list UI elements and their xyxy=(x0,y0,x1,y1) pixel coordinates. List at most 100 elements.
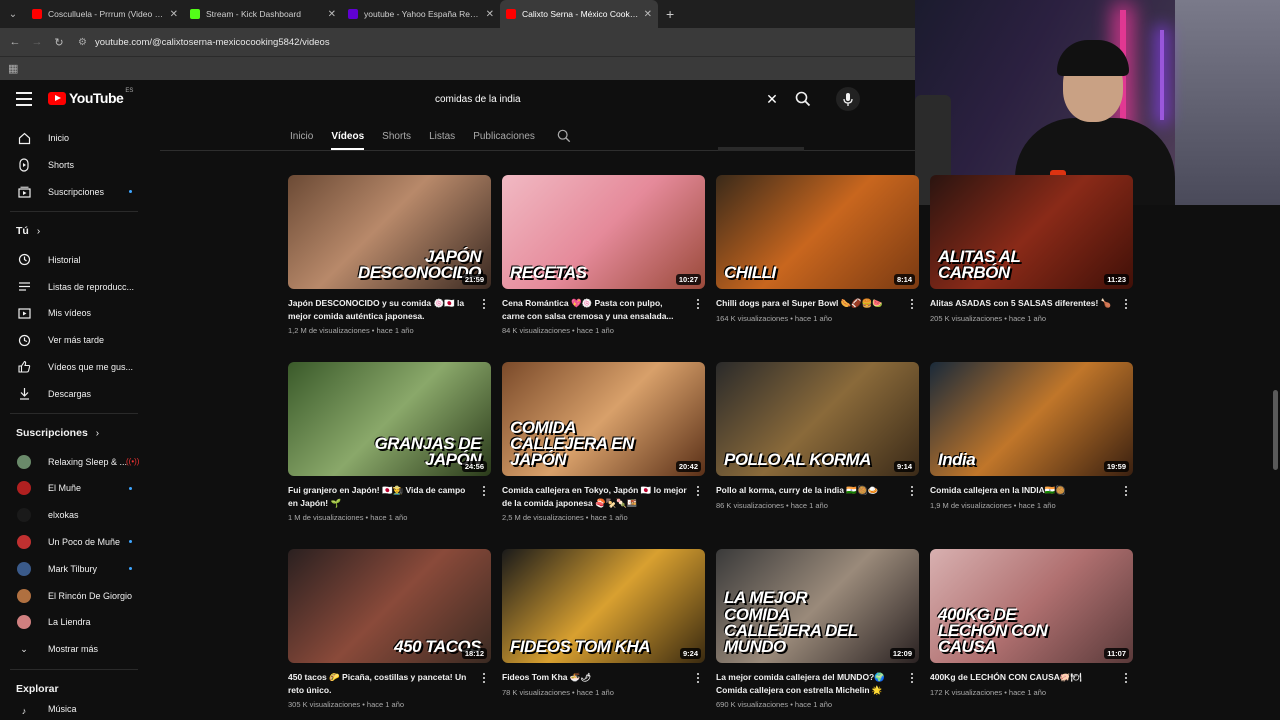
search-box[interactable]: comidas de la india ✕ xyxy=(425,87,785,111)
more-actions-icon[interactable] xyxy=(1121,671,1131,685)
video-thumbnail[interactable]: POLLO AL KORMA 9:14 xyxy=(716,362,919,476)
tab-shorts[interactable]: Shorts xyxy=(382,123,411,149)
forward-icon[interactable]: → xyxy=(26,36,48,48)
video-thumbnail[interactable]: RECETAS 10:27 xyxy=(502,175,705,289)
sidebar-item-shorts[interactable]: Shorts xyxy=(0,152,150,179)
video-title[interactable]: Pollo al korma, curry de la india 🇮🇳🥘🍛 xyxy=(716,484,919,497)
subscriptions-heading[interactable]: Suscripciones › xyxy=(0,418,150,448)
close-tab-icon[interactable]: ✕ xyxy=(644,9,652,20)
video-thumbnail[interactable]: FIDEOS TOM KHA 9:24 xyxy=(502,549,705,663)
more-actions-icon[interactable] xyxy=(479,297,489,311)
sidebar-item-el-muñe[interactable]: El Muñe xyxy=(0,475,150,502)
video-card[interactable]: JAPÓN DESCONOCIDO 21:59 Japón DESCONOCIDO … xyxy=(288,175,491,335)
video-card[interactable]: ALITAS AL CARBÓN 11:23 Alitas ASADAS con 5… xyxy=(930,175,1133,323)
browser-tab[interactable]: Calixto Serna - México Cooking... ✕ xyxy=(500,0,658,28)
tab-v-deos[interactable]: Vídeos xyxy=(331,123,364,150)
site-info-icon[interactable]: ⚙ xyxy=(78,37,87,48)
clear-search-icon[interactable]: ✕ xyxy=(759,91,785,108)
video-title[interactable]: Comida callejera en Tokyo, Japón 🇯🇵 lo m… xyxy=(502,484,705,509)
menu-icon[interactable] xyxy=(16,92,32,106)
more-actions-icon[interactable] xyxy=(907,671,917,685)
new-tab-button[interactable]: + xyxy=(658,6,682,22)
sidebar-item-vídeos-que-me-gus[interactable]: Vídeos que me gus... xyxy=(0,354,150,381)
sidebar-item-descargas[interactable]: Descargas xyxy=(0,380,150,407)
tab-search-chevron-icon[interactable]: ⌄ xyxy=(0,0,26,28)
video-title[interactable]: Comida callejera en la INDIA🇮🇳🥘 xyxy=(930,484,1133,497)
close-tab-icon[interactable]: ✕ xyxy=(328,9,336,20)
more-actions-icon[interactable] xyxy=(479,484,489,498)
voice-search-button[interactable] xyxy=(836,87,860,111)
more-actions-icon[interactable] xyxy=(907,484,917,498)
sidebar-item-el-rincón-de-giorgio[interactable]: El Rincón De Giorgio xyxy=(0,582,150,609)
sidebar-item-mis-vídeos[interactable]: Mis vídeos xyxy=(0,300,150,327)
browser-tab[interactable]: Cosculluela - Prrrum (Video Of... ✕ xyxy=(26,0,184,28)
sidebar-item-inicio[interactable]: Inicio xyxy=(0,125,150,152)
video-card[interactable]: FIDEOS TOM KHA 9:24 Fideos Tom Kha 🍜🌶 78 K … xyxy=(502,549,705,697)
tab-publicaciones[interactable]: Publicaciones xyxy=(473,123,535,149)
video-title[interactable]: Japón DESCONOCIDO y su comida 🍥🇯🇵 la mej… xyxy=(288,297,491,322)
more-actions-icon[interactable] xyxy=(1121,484,1131,498)
sidebar-item-music[interactable]: ♪ Música xyxy=(0,704,150,718)
reload-icon[interactable]: ↻ xyxy=(48,36,70,49)
channel-search-icon[interactable] xyxy=(557,129,571,143)
video-title[interactable]: Alitas ASADAS con 5 SALSAS diferentes! 🍗 xyxy=(930,297,1133,310)
video-thumbnail[interactable]: 450 TACOS 18:12 xyxy=(288,549,491,663)
video-thumbnail[interactable]: COMIDA CALLEJERA EN JAPÓN 20:42 xyxy=(502,362,705,476)
search-input[interactable]: comidas de la india xyxy=(425,94,759,105)
back-icon[interactable]: ← xyxy=(4,36,26,48)
video-thumbnail[interactable]: LA MEJOR COMIDA CALLEJERA DEL MUNDO 12:09 xyxy=(716,549,919,663)
video-title[interactable]: 450 tacos 🌮 Picaña, costillas y panceta!… xyxy=(288,671,491,696)
browser-tab[interactable]: Stream - Kick Dashboard ✕ xyxy=(184,0,342,28)
video-thumbnail[interactable]: ALITAS AL CARBÓN 11:23 xyxy=(930,175,1133,289)
video-title[interactable]: Chilli dogs para el Super Bowl 🌭🏈🍔🍉 xyxy=(716,297,919,310)
video-card[interactable]: GRANJAS DE JAPÓN 24:56 Fui granjero en Jap… xyxy=(288,362,491,522)
show-more-button[interactable]: ⌄ Mostrar más xyxy=(0,636,150,663)
sidebar-item-suscripciones[interactable]: Suscripciones xyxy=(0,179,150,206)
thumbnail-overlay-text: CHILLI xyxy=(724,262,776,282)
video-card[interactable]: POLLO AL KORMA 9:14 Pollo al korma, curry … xyxy=(716,362,919,510)
video-title[interactable]: Fideos Tom Kha 🍜🌶 xyxy=(502,671,705,684)
video-card[interactable]: LA MEJOR COMIDA CALLEJERA DEL MUNDO 12:09… xyxy=(716,549,919,709)
video-card[interactable]: India 19:59 Comida callejera en la INDIA🇮🇳… xyxy=(930,362,1133,510)
close-tab-icon[interactable]: ✕ xyxy=(486,9,494,20)
sidebar-item-historial[interactable]: Historial xyxy=(0,246,150,273)
video-card[interactable]: RECETAS 10:27 Cena Romántica 💖🍥 Pasta con … xyxy=(502,175,705,335)
more-actions-icon[interactable] xyxy=(1121,297,1131,311)
video-thumbnail[interactable]: CHILLI 8:14 xyxy=(716,175,919,289)
video-title[interactable]: 400Kg de LECHÓN CON CAUSA🐖🍽 xyxy=(930,671,1133,684)
more-actions-icon[interactable] xyxy=(693,297,703,311)
video-title[interactable]: La mejor comida callejera del MUNDO?🌍 Co… xyxy=(716,671,919,696)
browser-tab[interactable]: youtube - Yahoo España Result... ✕ xyxy=(342,0,500,28)
close-tab-icon[interactable]: ✕ xyxy=(170,9,178,20)
tab-listas[interactable]: Listas xyxy=(429,123,455,149)
sidebar-item-mark-tilbury[interactable]: Mark Tilbury xyxy=(0,555,150,582)
sidebar-item-un-poco-de-muñe[interactable]: Un Poco de Muñe xyxy=(0,529,150,556)
sidebar-item-la-liendra[interactable]: La Liendra xyxy=(0,609,150,636)
sidebar-item-relaxing-sleep[interactable]: Relaxing Sleep & ... ((•)) xyxy=(0,448,150,475)
search-button[interactable] xyxy=(790,88,816,110)
more-actions-icon[interactable] xyxy=(693,484,703,498)
video-card[interactable]: 450 TACOS 18:12 450 tacos 🌮 Picaña, costil… xyxy=(288,549,491,709)
you-section-heading[interactable]: Tú › xyxy=(0,216,150,246)
sidebar-item-listas-de-reproducc[interactable]: Listas de reproducc... xyxy=(0,273,150,300)
apps-grid-icon[interactable]: ▦ xyxy=(8,62,18,75)
page-scrollbar[interactable] xyxy=(1273,390,1278,470)
sidebar-item-ver-más-tarde[interactable]: Ver más tarde xyxy=(0,327,150,354)
youtube-logo[interactable]: YouTube ES xyxy=(48,88,133,106)
url-field[interactable]: ⚙ youtube.com/@calixtoserna-mexicocookin… xyxy=(78,31,915,53)
more-actions-icon[interactable] xyxy=(693,671,703,685)
sidebar-item-elxokas[interactable]: elxokas xyxy=(0,502,150,529)
more-actions-icon[interactable] xyxy=(907,297,917,311)
video-thumbnail[interactable]: JAPÓN DESCONOCIDO 21:59 xyxy=(288,175,491,289)
video-thumbnail[interactable]: India 19:59 xyxy=(930,362,1133,476)
more-actions-icon[interactable] xyxy=(479,671,489,685)
url-text: youtube.com/@calixtoserna-mexicocooking5… xyxy=(94,36,330,48)
video-thumbnail[interactable]: GRANJAS DE JAPÓN 24:56 xyxy=(288,362,491,476)
video-card[interactable]: CHILLI 8:14 Chilli dogs para el Super Bowl… xyxy=(716,175,919,323)
video-title[interactable]: Fui granjero en Japón! 🇯🇵👨‍🌾 Vida de cam… xyxy=(288,484,491,509)
video-card[interactable]: 400KG DE LECHÓN CON CAUSA 11:07 400Kg de L… xyxy=(930,549,1133,697)
video-card[interactable]: COMIDA CALLEJERA EN JAPÓN 20:42 Comida cal… xyxy=(502,362,705,522)
video-title[interactable]: Cena Romántica 💖🍥 Pasta con pulpo, carne… xyxy=(502,297,705,322)
video-thumbnail[interactable]: 400KG DE LECHÓN CON CAUSA 11:07 xyxy=(930,549,1133,663)
tab-inicio[interactable]: Inicio xyxy=(290,123,313,149)
